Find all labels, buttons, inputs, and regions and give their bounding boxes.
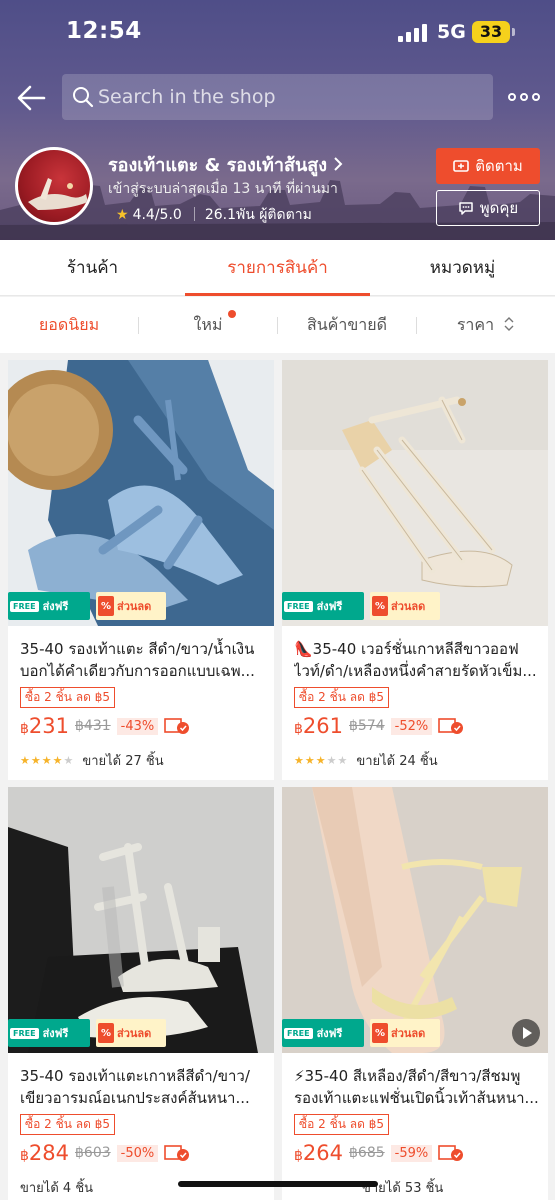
product-card[interactable]: FREE ส่งฟรี % ส่วนลด ⚡35-40 สีเหลือง/สีดำ/… bbox=[282, 787, 548, 1200]
chevron-right-icon bbox=[333, 155, 343, 176]
free-shipping-badge: FREE ส่งฟรี bbox=[282, 592, 364, 620]
rating-stars: ★★★★★ bbox=[20, 754, 75, 767]
tab-products[interactable]: รายการสินค้า bbox=[185, 240, 370, 296]
status-bar: 12:54 5G 33 bbox=[0, 0, 555, 64]
coupon-check-icon bbox=[164, 718, 190, 734]
search-icon bbox=[73, 87, 94, 108]
divider bbox=[193, 207, 195, 221]
original-price: ฿603 bbox=[75, 1145, 111, 1161]
coupon-check-icon bbox=[438, 1145, 464, 1161]
promo-badges: FREE ส่งฟรี % ส่วนลด bbox=[282, 592, 442, 622]
product-image[interactable] bbox=[282, 787, 548, 1053]
shop-search-bar[interactable] bbox=[62, 74, 493, 120]
active-tab-indicator bbox=[185, 293, 370, 296]
product-card[interactable]: FREE ส่งฟรี % ส่วนลด 35-40 รองเท้าแตะ สีดำ… bbox=[8, 360, 274, 780]
product-image[interactable] bbox=[8, 360, 274, 626]
percent-icon: % bbox=[372, 596, 388, 616]
product-title: 35-40 รองเท้าแตะเกาหลีสีดำ/ขาว/เขียวอารม… bbox=[20, 1067, 250, 1107]
battery-icon: 33 bbox=[472, 21, 515, 43]
product-title: 👠35-40 เวอร์ชั่นเกาหลีสีขาวออฟไวท์/ดำ/เห… bbox=[294, 640, 537, 680]
shop-avatar[interactable] bbox=[15, 147, 93, 225]
sold-count: ขายได้ 24 ชิ้น bbox=[356, 754, 438, 769]
coupon-check-icon bbox=[164, 1145, 190, 1161]
discount-percent: -50% bbox=[116, 1144, 159, 1162]
home-indicator[interactable] bbox=[178, 1181, 378, 1187]
more-options-icon[interactable] bbox=[508, 90, 540, 104]
tab-categories[interactable]: หมวดหมู่ bbox=[370, 240, 555, 296]
shop-name[interactable]: รองเท้าแตะ & รองเท้าส้นสูง bbox=[108, 150, 343, 179]
price-row: ฿264 ฿685 -59% bbox=[294, 1139, 464, 1167]
sort-best-selling[interactable]: สินค้าขายดี bbox=[278, 297, 416, 353]
free-shipping-badge: FREE ส่งฟรี bbox=[8, 592, 90, 620]
product-price: ฿261 bbox=[294, 714, 344, 738]
product-image[interactable] bbox=[282, 360, 548, 626]
percent-icon: % bbox=[98, 596, 114, 616]
new-indicator-dot bbox=[228, 310, 236, 318]
sort-popular[interactable]: ยอดนิยม bbox=[0, 297, 138, 353]
sort-newest[interactable]: ใหม่ bbox=[139, 297, 277, 353]
product-card[interactable]: FREE ส่งฟรี % ส่วนลด 👠35-40 เวอร์ชั่นเกาหล… bbox=[282, 360, 548, 780]
search-input[interactable] bbox=[98, 74, 478, 120]
add-store-icon bbox=[453, 160, 470, 172]
shop-stats: ★ 4.4/5.0 26.1พัน ผู้ติดตาม bbox=[116, 204, 312, 226]
discount-percent: -59% bbox=[390, 1144, 433, 1162]
product-title: 35-40 รองเท้าแตะ สีดำ/ขาว/น้ำเงิน บอกได้… bbox=[20, 640, 255, 680]
product-price: ฿284 bbox=[20, 1141, 70, 1165]
shop-tabs: ร้านค้า รายการสินค้า หมวดหมู่ bbox=[0, 240, 555, 296]
coupon-check-icon bbox=[438, 718, 464, 734]
follow-button[interactable]: ติดตาม bbox=[436, 148, 540, 184]
discount-percent: -52% bbox=[390, 717, 433, 735]
free-shipping-badge: FREE ส่งฟรี bbox=[8, 1019, 90, 1047]
bundle-deal-tag: ซื้อ 2 ชิ้น ลด ฿5 bbox=[294, 687, 390, 708]
promo-badges: FREE ส่งฟรี % ส่วนลด bbox=[8, 1019, 168, 1049]
percent-icon: % bbox=[372, 1023, 388, 1043]
bundle-deal-tag: ซื้อ 2 ชิ้น ลด ฿5 bbox=[20, 1114, 116, 1135]
product-card[interactable]: FREE ส่งฟรี % ส่วนลด 35-40 รองเท้าแตะเกาหล… bbox=[8, 787, 274, 1200]
price-row: ฿231 ฿431 -43% bbox=[20, 712, 190, 740]
follower-count: 26.1พัน ผู้ติดตาม bbox=[204, 207, 312, 223]
discount-percent: -43% bbox=[116, 717, 159, 735]
product-title: ⚡35-40 สีเหลือง/สีดำ/สีขาว/สีชมพูรองเท้า… bbox=[294, 1067, 539, 1107]
rating-sold-row: ★★★★★ ขายได้ 27 ชิ้น bbox=[20, 750, 164, 771]
bundle-deal-tag: ซื้อ 2 ชิ้น ลด ฿5 bbox=[20, 687, 116, 708]
signal-icon bbox=[398, 24, 428, 42]
sort-arrows-icon bbox=[504, 317, 514, 331]
discount-badge: % ส่วนลด bbox=[96, 592, 166, 620]
original-price: ฿431 bbox=[75, 718, 111, 734]
last-active-text: เข้าสู่ระบบล่าสุดเมื่อ 13 นาที ที่ผ่านมา bbox=[108, 181, 338, 197]
play-video-icon[interactable] bbox=[512, 1019, 540, 1047]
sort-price[interactable]: ราคา bbox=[417, 297, 555, 353]
chat-bubble-icon bbox=[459, 201, 473, 215]
promo-badges: FREE ส่งฟรี % ส่วนลด bbox=[282, 1019, 442, 1049]
bundle-deal-tag: ซื้อ 2 ชิ้น ลด ฿5 bbox=[294, 1114, 390, 1135]
sold-count: ขายได้ 27 ชิ้น bbox=[82, 754, 164, 769]
rating-stars: ★★★★★ bbox=[294, 754, 349, 767]
rating-sold-row: ขายได้ 4 ชิ้น bbox=[20, 1177, 93, 1198]
price-row: ฿261 ฿574 -52% bbox=[294, 712, 464, 740]
original-price: ฿574 bbox=[349, 718, 385, 734]
shop-header: 12:54 5G 33 รองเท้าแตะ & รองเท้าส้นสูง เ… bbox=[0, 0, 555, 240]
star-icon: ★ bbox=[116, 207, 129, 223]
back-arrow-icon[interactable] bbox=[14, 80, 50, 116]
product-price: ฿264 bbox=[294, 1141, 344, 1165]
percent-icon: % bbox=[98, 1023, 114, 1043]
price-row: ฿284 ฿603 -50% bbox=[20, 1139, 190, 1167]
discount-badge: % ส่วนลด bbox=[370, 592, 440, 620]
tab-shop[interactable]: ร้านค้า bbox=[0, 240, 185, 296]
sold-count: ขายได้ 4 ชิ้น bbox=[20, 1181, 94, 1196]
chat-button[interactable]: พูดคุย bbox=[436, 190, 540, 226]
free-shipping-badge: FREE ส่งฟรี bbox=[282, 1019, 364, 1047]
product-image[interactable] bbox=[8, 787, 274, 1053]
sort-bar: ยอดนิยม ใหม่ สินค้าขายดี ราคา bbox=[0, 297, 555, 353]
product-price: ฿231 bbox=[20, 714, 70, 738]
network-label: 5G bbox=[437, 21, 466, 43]
discount-badge: % ส่วนลด bbox=[96, 1019, 166, 1047]
promo-badges: FREE ส่งฟรี % ส่วนลด bbox=[8, 592, 168, 622]
shop-rating: 4.4/5.0 bbox=[132, 207, 182, 223]
rating-sold-row: ★★★★★ ขายได้ 24 ชิ้น bbox=[294, 750, 438, 771]
discount-badge: % ส่วนลด bbox=[370, 1019, 440, 1047]
original-price: ฿685 bbox=[349, 1145, 385, 1161]
status-time: 12:54 bbox=[66, 18, 142, 44]
